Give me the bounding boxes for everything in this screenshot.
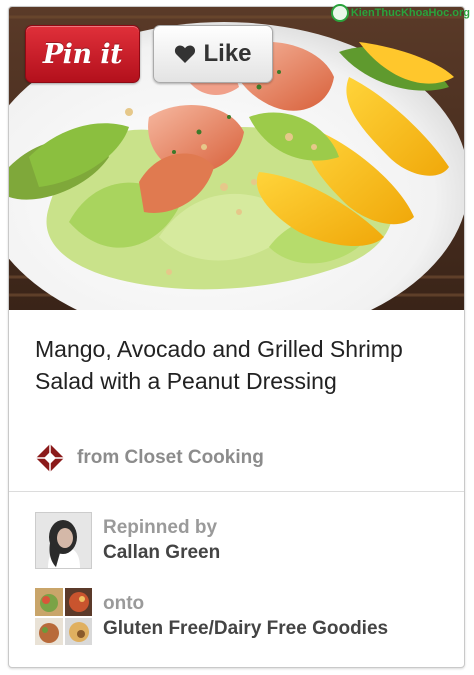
pin-source[interactable]: from Closet Cooking — [35, 442, 264, 474]
watermark-logo-icon — [330, 4, 349, 22]
watermark-text: KienThucKhoaHoc.org — [350, 7, 470, 19]
like-button[interactable]: Like — [153, 25, 273, 83]
board-thumbnail-icon[interactable] — [35, 588, 92, 645]
onto-label: onto — [103, 593, 145, 614]
pin-it-button[interactable]: Pin it — [25, 25, 140, 83]
board-row[interactable]: onto Gluten Free/Dairy Free Goodies — [35, 588, 388, 645]
watermark: KienThucKhoaHoc.org — [330, 4, 470, 22]
heart-icon — [174, 44, 196, 64]
divider — [9, 491, 464, 492]
repinned-by-label: Repinned by — [103, 517, 218, 538]
repinned-by-row[interactable]: Repinned by Callan Green — [35, 512, 220, 569]
source-text: from Closet Cooking — [77, 447, 264, 468]
pin-title[interactable]: Mango, Avocado and Grilled Shrimp Salad … — [35, 333, 445, 397]
pin-card[interactable]: Pin it Like Mango, Avocado and Grilled S… — [8, 6, 465, 668]
like-label: Like — [203, 40, 252, 67]
user-avatar-icon[interactable] — [35, 512, 92, 569]
board-name[interactable]: Gluten Free/Dairy Free Goodies — [103, 616, 388, 642]
source-logo-icon — [35, 443, 65, 473]
repinner-name[interactable]: Callan Green — [103, 540, 220, 566]
pin-it-label: Pin it — [42, 38, 123, 70]
